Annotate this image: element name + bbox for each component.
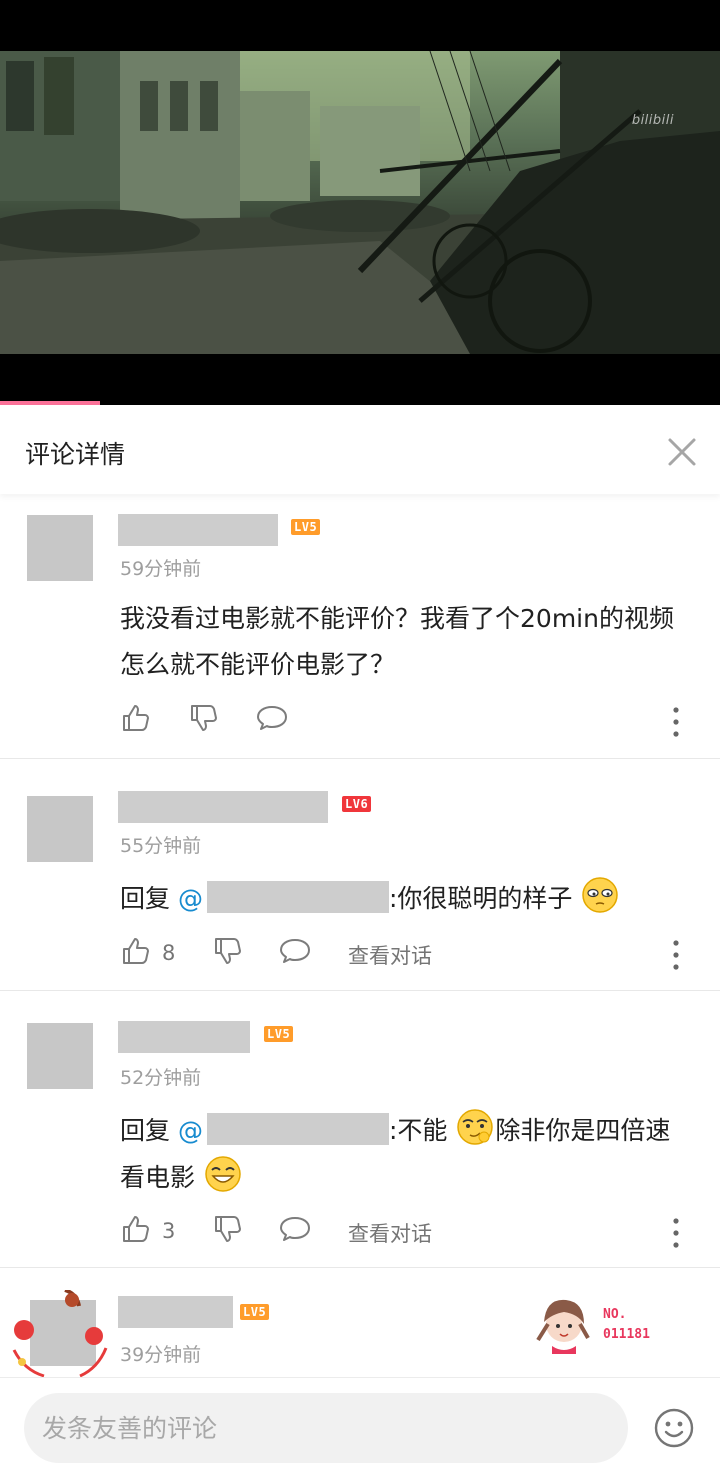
comment-body-part1: :不能	[388, 1116, 448, 1145]
reply-prefix: 回复	[120, 884, 171, 913]
close-button[interactable]	[660, 430, 704, 474]
mention-username-redacted[interactable]	[206, 1113, 389, 1145]
level-badge: LV6	[342, 796, 372, 812]
video-player[interactable]: bilibili	[0, 0, 720, 405]
mention-link[interactable]: @	[178, 1116, 203, 1145]
reply-bubble-icon[interactable]	[278, 1213, 312, 1245]
comment-detail-header: 评论详情	[0, 405, 720, 494]
reply-bubble-icon[interactable]	[278, 935, 312, 967]
comment-actions	[120, 702, 700, 742]
thumbs-up-icon[interactable]	[120, 702, 152, 734]
level-badge: LV5	[240, 1304, 270, 1320]
avatar[interactable]	[27, 515, 93, 581]
reply-prefix: 回复	[120, 1116, 171, 1145]
mention-link[interactable]: @	[178, 884, 203, 913]
view-conversation-link[interactable]: 查看对话	[348, 940, 432, 970]
avatar[interactable]	[27, 796, 93, 862]
comment-input-bar	[0, 1377, 720, 1478]
comment-time: 39分钟前	[120, 1344, 202, 1366]
like-count: 8	[162, 941, 176, 965]
thumbs-up-icon[interactable]	[120, 935, 152, 967]
username-redacted[interactable]	[118, 1296, 233, 1328]
page-title: 评论详情	[25, 440, 126, 469]
smiley-icon[interactable]	[652, 1406, 696, 1450]
video-scene-image	[0, 51, 720, 354]
fan-badge-digits: 011181	[603, 1327, 650, 1342]
bilibili-watermark: bilibili	[631, 113, 674, 128]
smug-face-emoji-icon	[582, 877, 619, 913]
video-frame[interactable]: bilibili	[0, 51, 720, 354]
comment-actions: 3 查看对话	[120, 1213, 700, 1253]
comment-time: 52分钟前	[120, 1067, 202, 1089]
comment-item: LV5 52分钟前 回复 @:不能 除非你是四倍速看电影 3 查看对话	[0, 991, 720, 1268]
username-redacted[interactable]	[118, 514, 278, 546]
view-conversation-link[interactable]: 查看对话	[348, 1218, 432, 1248]
thumbs-down-icon[interactable]	[212, 935, 244, 967]
reply-bubble-icon[interactable]	[255, 702, 289, 734]
username-redacted[interactable]	[118, 791, 328, 823]
avatar-pendant-decoration	[12, 1290, 108, 1378]
thumbs-down-icon[interactable]	[212, 1213, 244, 1245]
comment-item: LV6 55分钟前 回复 @ :你很聪明的样子 8 查看对话	[0, 759, 720, 991]
more-options-icon[interactable]	[666, 935, 686, 975]
level-badge: LV5	[264, 1026, 294, 1042]
comment-time: 55分钟前	[120, 835, 202, 857]
thumbs-up-icon[interactable]	[120, 1213, 152, 1245]
more-options-icon[interactable]	[666, 1213, 686, 1253]
comment-text: 回复 @ :你很聪明的样子	[120, 875, 690, 922]
comment-body: :你很聪明的样子	[388, 884, 573, 913]
comment-item: LV5 59分钟前 我没看过电影就不能评价？我看了个20min的视频怎么就不能评…	[0, 494, 720, 759]
mention-username-redacted[interactable]	[206, 881, 389, 913]
avatar[interactable]	[27, 1023, 93, 1089]
grinning-face-emoji-icon	[205, 1156, 241, 1192]
fan-badge-label: NO.	[603, 1307, 627, 1322]
thumbs-down-icon[interactable]	[188, 702, 220, 734]
comment-time: 59分钟前	[120, 558, 202, 580]
close-icon[interactable]	[660, 430, 704, 474]
more-options-icon[interactable]	[666, 702, 686, 742]
comment-input[interactable]	[24, 1393, 628, 1463]
level-badge: LV5	[291, 519, 321, 535]
thinking-face-emoji-icon	[457, 1109, 494, 1145]
comment-actions: 8 查看对话	[120, 935, 700, 975]
comment-text: 回复 @:不能 除非你是四倍速看电影	[120, 1107, 690, 1201]
like-count: 3	[162, 1219, 176, 1243]
username-redacted[interactable]	[118, 1021, 250, 1053]
fan-badge-number: NO. 011181	[603, 1305, 650, 1345]
comment-text: 我没看过电影就不能评价？我看了个20min的视频怎么就不能评价电影了？	[120, 604, 674, 679]
